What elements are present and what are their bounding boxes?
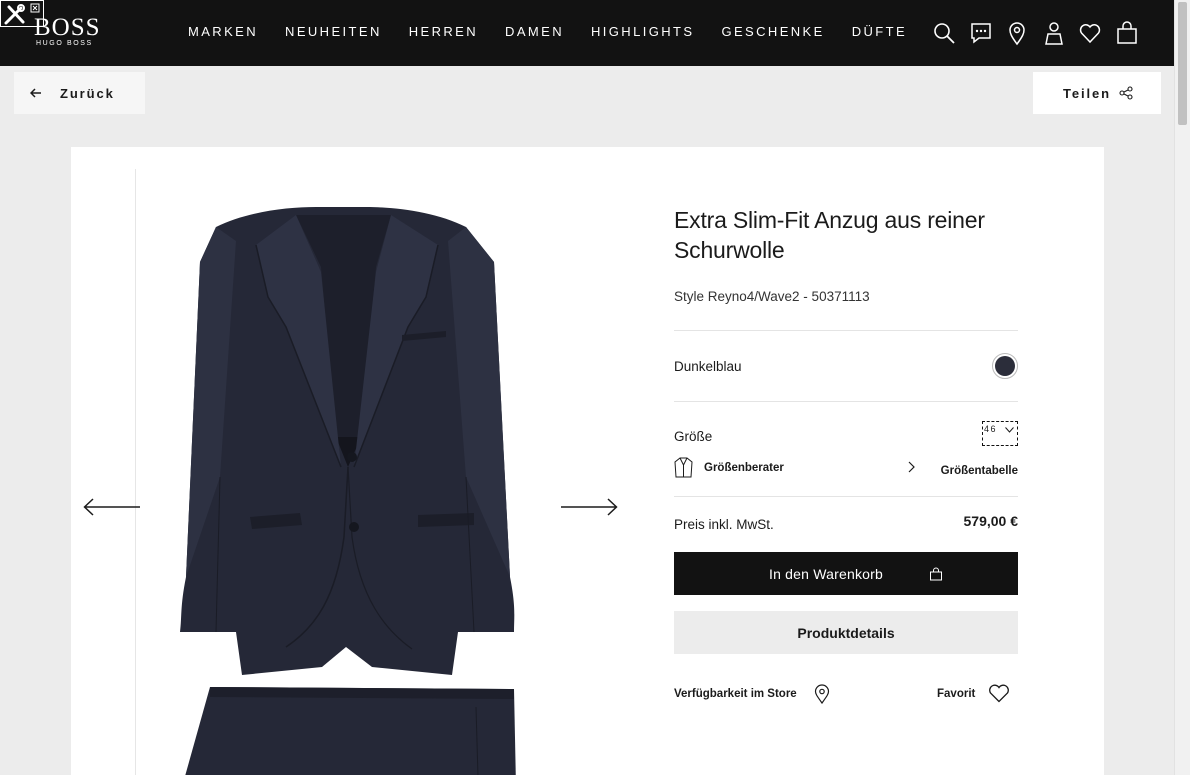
gallery-next-button[interactable]: [560, 497, 618, 517]
price-label: Preis inkl. MwSt.: [674, 516, 774, 532]
price-value: 579,00 €: [963, 513, 1019, 529]
size-chart-link[interactable]: Größentabelle: [941, 465, 1018, 477]
size-row: Größe 46 Größenberater Größentabelle: [674, 402, 1018, 496]
gallery-prev-button[interactable]: [83, 497, 141, 517]
page-scrollbar[interactable]: [1174, 0, 1190, 775]
product-info: Extra Slim-Fit Anzug aus reiner Schurwol…: [674, 205, 1018, 720]
back-button-label: Zurück: [60, 85, 115, 101]
color-name: Dunkelblau: [674, 358, 742, 374]
add-to-cart-label: In den Warenkorb: [769, 565, 883, 582]
size-select-value: 46: [984, 424, 998, 434]
scrollbar-thumb[interactable]: [1178, 2, 1187, 125]
site-header: BOSS HUGO BOSS MARKEN NEUHEITEN HERREN D…: [0, 0, 1174, 66]
location-pin-icon[interactable]: [1005, 20, 1029, 46]
share-button[interactable]: Teilen: [1033, 72, 1161, 114]
nav-item-neuheiten[interactable]: NEUHEITEN: [285, 25, 382, 39]
price-row: Preis inkl. MwSt. 579,00 €: [674, 497, 1018, 545]
nav-item-duefte[interactable]: DÜFTE: [852, 25, 907, 39]
logo-sub-text: HUGO BOSS: [36, 40, 93, 47]
product-details-label: Produktdetails: [797, 624, 895, 641]
logo-main-text: BOSS: [34, 14, 101, 41]
chevron-right-icon[interactable]: [908, 461, 916, 473]
arrow-left-icon: [30, 88, 41, 98]
color-swatch-fill: [995, 356, 1015, 376]
chat-icon[interactable]: [969, 20, 993, 46]
account-icon[interactable]: [1042, 20, 1066, 46]
header-icons: [932, 20, 1152, 46]
size-label: Größe: [674, 429, 713, 444]
nav-item-geschenke[interactable]: GESCHENKE: [721, 25, 824, 39]
product-actions: Verfügbarkeit im Store Favorit: [674, 680, 1018, 720]
size-advisor-label: Größenberater: [704, 461, 784, 474]
size-select[interactable]: 46: [982, 421, 1018, 446]
nav-item-damen[interactable]: DAMEN: [505, 25, 564, 39]
wishlist-heart-icon[interactable]: [1078, 20, 1102, 46]
back-button[interactable]: Zurück: [14, 72, 145, 114]
shopping-bag-icon[interactable]: [1115, 20, 1139, 46]
brand-logo[interactable]: BOSS HUGO BOSS: [34, 14, 101, 47]
nav-item-highlights[interactable]: HIGHLIGHTS: [591, 25, 694, 39]
store-availability-link[interactable]: Verfügbarkeit im Store: [674, 684, 830, 704]
color-swatch[interactable]: [992, 353, 1018, 379]
arrow-right-long-icon: [561, 498, 618, 516]
nav-item-herren[interactable]: HERREN: [409, 25, 478, 39]
product-card: Extra Slim-Fit Anzug aus reiner Schurwol…: [71, 147, 1104, 775]
main-nav: MARKEN NEUHEITEN HERREN DAMEN HIGHLIGHTS…: [188, 25, 934, 39]
product-style-number: Style Reyno4/Wave2 - 50371113: [674, 289, 870, 304]
nav-item-marken[interactable]: MARKEN: [188, 25, 258, 39]
product-title: Extra Slim-Fit Anzug aus reiner Schurwol…: [674, 207, 985, 263]
chevron-down-icon: [1005, 427, 1014, 433]
gallery-divider: [135, 169, 136, 775]
size-advisor-link[interactable]: Größenberater: [674, 457, 784, 478]
share-button-label: Teilen: [1063, 85, 1112, 101]
favorite-label: Favorit: [937, 687, 976, 700]
jacket-icon: [674, 457, 693, 478]
search-icon[interactable]: [932, 20, 956, 46]
share-icon: [1119, 86, 1133, 100]
product-details-button[interactable]: Produktdetails: [674, 611, 1018, 654]
shopping-bag-icon: [930, 567, 942, 581]
store-availability-label: Verfügbarkeit im Store: [674, 688, 797, 700]
heart-icon: [989, 684, 1010, 703]
product-image-suit[interactable]: [176, 177, 536, 775]
color-row: Dunkelblau: [674, 331, 1018, 401]
arrow-left-long-icon: [83, 498, 140, 516]
favorite-button[interactable]: Favorit: [937, 684, 1010, 703]
add-to-cart-button[interactable]: In den Warenkorb: [674, 552, 1018, 595]
location-pin-icon: [814, 684, 829, 704]
